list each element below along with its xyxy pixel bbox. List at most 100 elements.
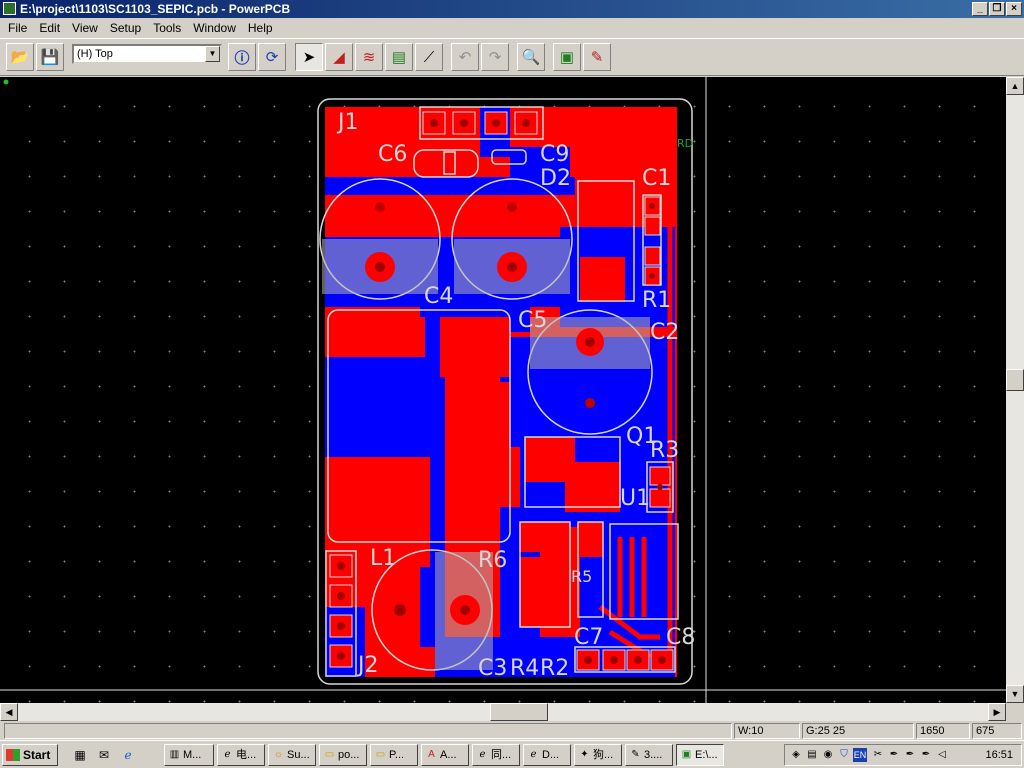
show-desktop-icon[interactable]: ▦: [72, 747, 88, 763]
save-button[interactable]: 💾: [36, 43, 64, 71]
ref-c2: C2: [650, 320, 679, 345]
scroll-left-button[interactable]: ◀: [0, 703, 18, 721]
board-button[interactable]: ▣: [553, 43, 581, 71]
horizontal-scroll-thumb[interactable]: [490, 703, 548, 721]
restore-button[interactable]: ❐: [989, 2, 1005, 16]
scroll-down-button[interactable]: ▼: [1006, 685, 1024, 703]
ref-c9: C9: [540, 142, 569, 167]
language-indicator[interactable]: EN: [853, 748, 867, 762]
status-y: 675: [972, 723, 1022, 739]
open-button[interactable]: 📂: [6, 43, 34, 71]
folder-open-icon: 📂: [10, 49, 30, 66]
task-button[interactable]: ▥ M...: [164, 744, 214, 766]
task-button[interactable]: ℯ 同...: [472, 744, 520, 766]
route-icon: ⟋: [423, 48, 435, 66]
drafting-toolbar-button[interactable]: ◢: [325, 43, 353, 71]
horizontal-scrollbar[interactable]: ◀ ▶: [0, 703, 1006, 721]
clock: 16:51: [985, 749, 1013, 761]
ref-j1: J1: [336, 110, 359, 135]
menu-help[interactable]: Help: [242, 18, 279, 38]
pointer-icon: ➤: [302, 49, 316, 66]
ref-c3: C3: [478, 656, 507, 681]
pen-icon[interactable]: ✒: [887, 748, 901, 762]
redo-button[interactable]: ↷: [481, 43, 509, 71]
ie-icon: ℯ: [224, 749, 231, 760]
task-button[interactable]: ▭ P...: [370, 744, 418, 766]
menu-file[interactable]: File: [2, 18, 33, 38]
zoom-button[interactable]: 🔍: [517, 43, 545, 71]
task-button-active[interactable]: ▣ E:\...: [676, 744, 724, 766]
floppy-icon: 💾: [40, 49, 60, 66]
drafting-icon: ◢: [333, 49, 345, 66]
menu-view[interactable]: View: [66, 18, 104, 38]
layer-select-value: (H) Top: [77, 48, 113, 60]
status-grid: G:25 25: [802, 723, 914, 739]
scroll-up-button[interactable]: ▲: [1006, 77, 1024, 95]
pcb-drawing: J1 C6 C9 D2 C1 R1 C4 C5 C2 Q1 R3 U1 L1 R…: [0, 77, 1006, 703]
window-controls: _ ❐ ×: [972, 2, 1022, 16]
app-icon[interactable]: [3, 2, 16, 15]
pen-icon[interactable]: ✒: [903, 748, 917, 762]
task-button[interactable]: ℯ D...: [523, 744, 571, 766]
minimize-button[interactable]: _: [972, 2, 988, 16]
app-icon: ▥: [169, 749, 180, 760]
pen-icon[interactable]: ✒: [919, 748, 933, 762]
task-button[interactable]: ☼ Su...: [268, 744, 316, 766]
dog-icon: ✦: [580, 749, 589, 760]
verify-button[interactable]: ✎: [583, 43, 611, 71]
origin-marker: [3, 79, 9, 85]
status-message: [4, 723, 732, 739]
ref-r1: R1: [642, 288, 671, 313]
menu-edit[interactable]: Edit: [33, 18, 66, 38]
task-button[interactable]: ✦ 狗...: [574, 744, 622, 766]
undo-icon: ↶: [458, 49, 472, 66]
ref-c6: C6: [378, 142, 407, 167]
ref-l1: L1: [370, 546, 396, 571]
ref-c4: C4: [424, 284, 453, 309]
layer-select[interactable]: (H) Top ▼: [72, 44, 222, 64]
menu-setup[interactable]: Setup: [104, 18, 147, 38]
taskbar: Start ▦ ✉ ℯ ▥ M... ℯ 电... ☼ Su... ▭ po... ▭ P…: [0, 740, 1024, 768]
vertical-scrollbar[interactable]: ▲ ▼: [1006, 77, 1024, 703]
speaker-icon[interactable]: ◁: [935, 748, 949, 762]
browser-icon[interactable]: ℯ: [120, 747, 136, 763]
pcb-canvas[interactable]: J1 C6 C9 D2 C1 R1 C4 C5 C2 Q1 R3 U1 L1 R…: [0, 77, 1006, 703]
ref-u1: U1: [620, 486, 650, 511]
antivirus-icon[interactable]: ◉: [821, 748, 835, 762]
display-icon[interactable]: ▤: [805, 748, 819, 762]
shield-icon[interactable]: ⛉: [837, 748, 851, 762]
status-bar: W:10 G:25 25 1650 675: [0, 722, 1024, 740]
task-button[interactable]: ℯ 电...: [217, 744, 265, 766]
chevron-down-icon[interactable]: ▼: [205, 46, 220, 62]
dimension-icon: ▤: [391, 49, 407, 66]
select-button[interactable]: ➤: [295, 43, 323, 71]
task-button[interactable]: ▭ po...: [319, 744, 367, 766]
tool-icon[interactable]: ✂: [871, 748, 885, 762]
menu-bar: File Edit View Setup Tools Window Help: [0, 18, 1024, 38]
title-bar: E:\project\1103\SC1103_SEPIC.pcb - Power…: [0, 0, 1024, 18]
query-button[interactable]: ⓘ: [228, 43, 256, 71]
redo-icon: ↷: [488, 49, 502, 66]
folder-icon: ▭: [324, 749, 335, 760]
redraw-button[interactable]: ⟳: [258, 43, 286, 71]
folder-icon: ▭: [375, 749, 386, 760]
paint-icon: ✎: [631, 749, 640, 760]
menu-window[interactable]: Window: [187, 18, 242, 38]
design-icon: ≋: [362, 49, 376, 66]
ref-c1: C1: [642, 166, 671, 191]
network-icon[interactable]: ◈: [789, 748, 803, 762]
task-button[interactable]: ✎ 3....: [625, 744, 673, 766]
scroll-right-button[interactable]: ▶: [988, 703, 1006, 721]
start-button[interactable]: Start: [2, 744, 58, 766]
outlook-icon[interactable]: ✉: [96, 747, 112, 763]
ecO-toolbar-button[interactable]: ⟋: [415, 43, 443, 71]
vertical-scroll-thumb[interactable]: [1006, 369, 1024, 391]
close-button[interactable]: ×: [1006, 2, 1022, 16]
undo-button[interactable]: ↶: [451, 43, 479, 71]
menu-tools[interactable]: Tools: [147, 18, 187, 38]
dimension-toolbar-button[interactable]: ▤: [385, 43, 413, 71]
design-toolbar-button[interactable]: ≋: [355, 43, 383, 71]
task-button[interactable]: A A...: [421, 744, 469, 766]
ref-r2: R2: [540, 656, 569, 681]
window-title: E:\project\1103\SC1103_SEPIC.pcb - Power…: [20, 2, 291, 16]
